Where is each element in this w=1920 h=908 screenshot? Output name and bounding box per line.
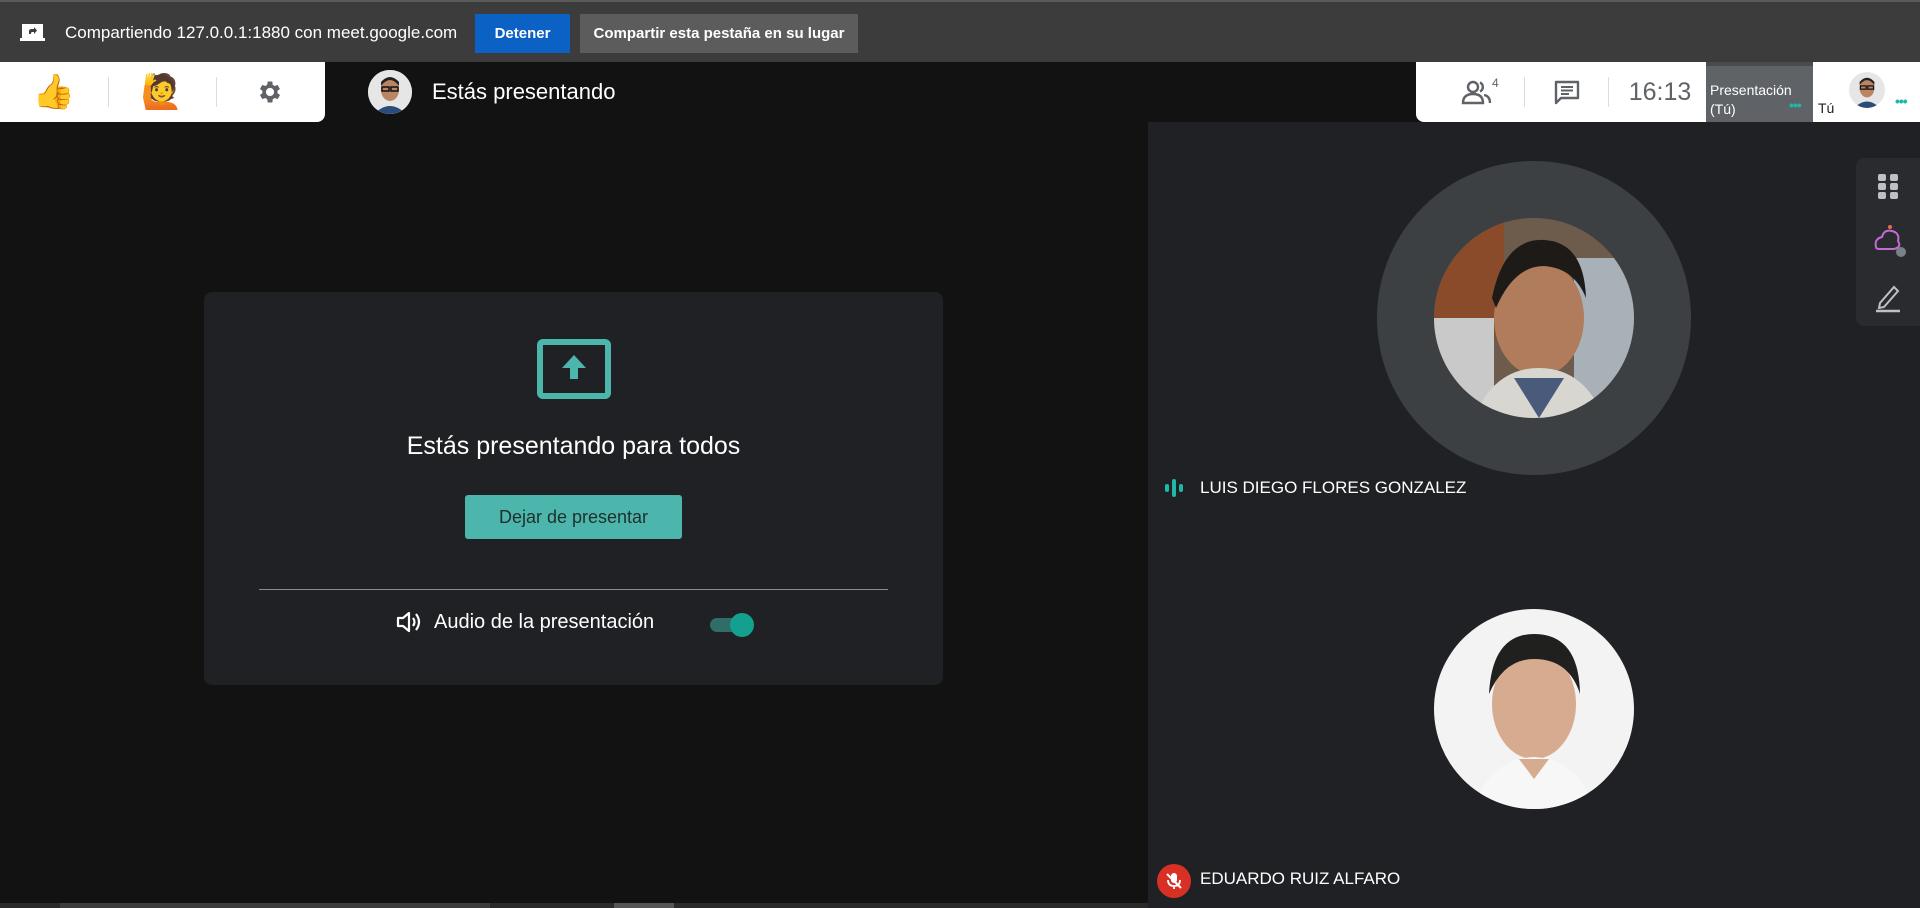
presentation-audio-row: Audio de la presentación [396,610,654,634]
participant-count: 4 [1492,76,1499,90]
participant-name: LUIS DIEGO FLORES GONZALEZ [1200,478,1467,497]
reactions-panel: 👍 🙋 [0,62,325,122]
effects-button[interactable] [1856,214,1920,270]
extension-icon [1874,225,1906,257]
clock-time: 16:13 [1628,77,1692,106]
avatar [1849,72,1885,108]
presenting-heading: Estás presentando para todos [406,432,741,460]
side-toolbar [1856,158,1920,326]
sharing-banner: Compartiendo 127.0.0.1:1880 con meet.goo… [0,0,1920,62]
divider [216,77,217,107]
thumbs-up-reaction-button[interactable]: 👍 [14,62,94,122]
activities-button[interactable] [1856,158,1920,214]
people-icon [1461,80,1492,105]
participant-photo [1434,609,1634,809]
scrollbar-thumb[interactable] [60,903,490,908]
stop-presenting-button[interactable]: Dejar de presentar [465,495,682,539]
self-thumbnail[interactable]: Tú ••• [1813,62,1920,122]
divider [1608,77,1609,107]
page-title: Estás presentando [432,79,616,104]
scrollbar-thumb[interactable] [614,903,674,908]
pen-icon [1876,285,1900,313]
volume-icon [396,611,421,633]
sharing-status-text: Compartiendo 127.0.0.1:1880 con meet.goo… [65,23,458,42]
screen-share-icon [20,24,45,41]
present-to-all-icon [537,339,611,399]
annotate-button[interactable] [1856,270,1920,326]
avatar [368,70,412,114]
presentation-audio-toggle[interactable] [706,612,754,637]
share-this-tab-button[interactable]: Compartir esta pestaña en su lugar [580,14,858,53]
divider [1524,77,1525,107]
self-thumbnail-label: Tú [1818,100,1835,116]
stop-sharing-button[interactable]: Detener [475,14,570,53]
divider [108,77,109,107]
gear-icon [259,81,281,103]
toggle-knob [730,613,754,637]
chat-button[interactable] [1532,62,1602,122]
presentation-thumbnail[interactable]: Presentación (Tú) ••• [1706,62,1813,122]
meet-window: Compartiendo 127.0.0.1:1880 con meet.goo… [0,0,1920,908]
participant-photo [1434,218,1634,418]
thumbs-up-icon: 👍 [32,73,76,111]
speaking-indicator-icon [1165,479,1183,497]
presenting-header: Estás presentando [368,70,615,114]
divider [259,589,888,590]
participant-name: EDUARDO RUIZ ALFARO [1200,869,1401,888]
raise-hand-button[interactable]: 🙋 [122,62,202,122]
settings-button[interactable] [230,62,310,122]
clock: 16:13 [1614,62,1706,122]
people-button[interactable]: 4 [1436,62,1518,122]
chat-icon [1554,80,1580,105]
speaking-dots-icon: ••• [1789,97,1802,113]
presenting-card: Estás presentando para todos Dejar de pr… [204,292,943,685]
raise-hand-icon: 🙋 [140,73,184,111]
mic-off-icon [1166,873,1182,889]
top-toolbar: 4 16:13 [1416,62,1706,122]
grid-apps-icon [1878,174,1898,199]
speaking-dots-icon: ••• [1895,93,1908,109]
presentation-thumbnail-label: Presentación (Tú) [1710,82,1792,117]
muted-indicator [1157,864,1191,898]
presentation-audio-label: Audio de la presentación [434,610,655,633]
